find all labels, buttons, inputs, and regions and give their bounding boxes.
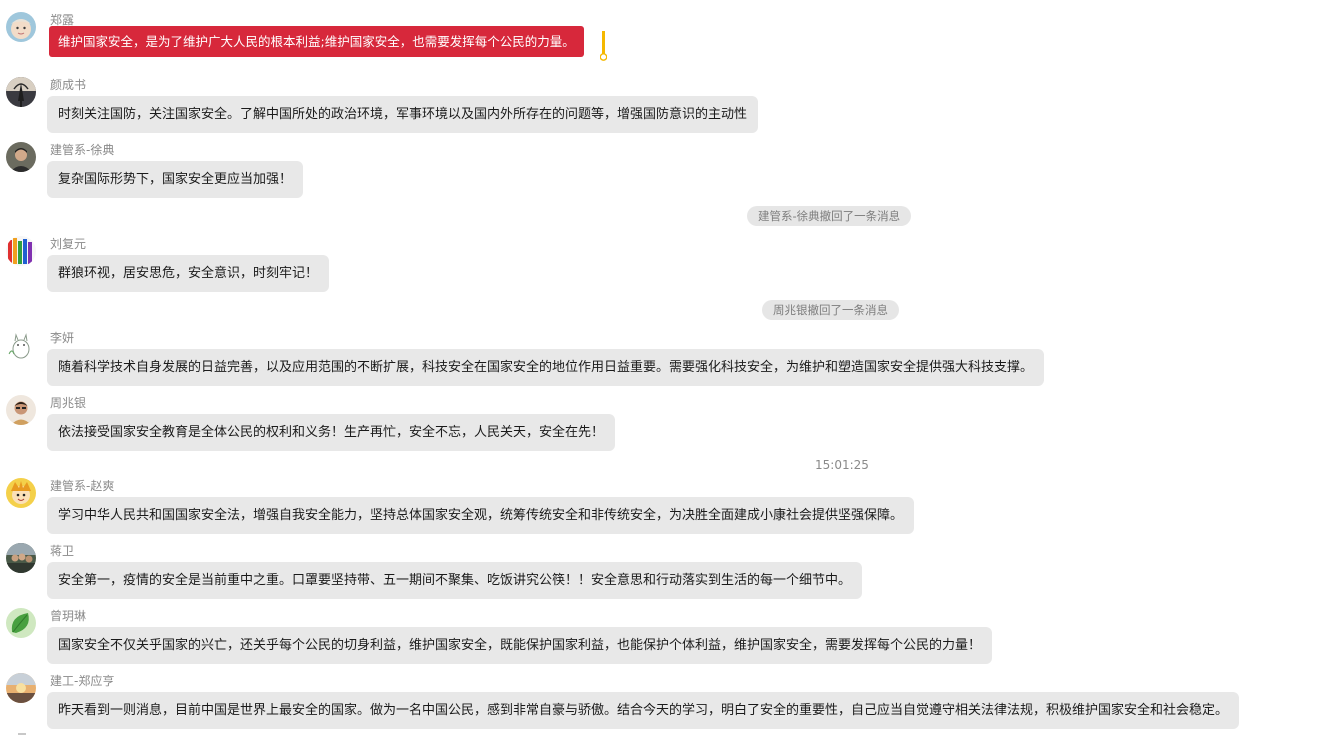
totoro-avatar-icon[interactable] — [6, 330, 36, 360]
portrait-avatar-icon[interactable] — [6, 395, 36, 425]
chat-message-list[interactable]: 郑露 维护国家安全，是为了维护广大人民的根本利益;维护国家安全，也需要发挥每个公… — [0, 0, 1322, 737]
colorful-pencils-avatar-icon[interactable] — [6, 236, 36, 266]
sender-name: 颜成书 — [50, 78, 87, 92]
highlight-marker-icon — [600, 31, 607, 61]
sender-name: 建管系-赵爽 — [50, 479, 115, 493]
message-bubble[interactable]: 学习中华人民共和国国家安全法，增强自我安全能力，坚持总体国家安全观，统筹传统安全… — [47, 497, 915, 534]
message-bubble[interactable]: 依法接受国家安全教育是全体公民的权利和义务！生产再忙，安全不忘，人民关天，安全在… — [47, 414, 616, 451]
tree-avatar-icon[interactable] — [6, 77, 36, 107]
sender-name: 建工-郑应亨 — [50, 674, 115, 688]
person-photo-avatar-icon[interactable] — [6, 142, 36, 172]
message-bubble[interactable]: 安全第一，疫情的安全是当前重中之重。口罩要坚持带、五一期间不聚集、吃饭讲究公筷！… — [47, 562, 863, 599]
sunset-avatar-icon[interactable] — [6, 673, 36, 703]
cartoon-character-avatar-icon[interactable] — [6, 478, 36, 508]
message-bubble[interactable]: 时刻关注国防，关注国家安全。了解中国所处的政治环境，军事环境以及国内外所存在的问… — [47, 96, 759, 133]
recall-notice: 建管系-徐典撤回了一条消息 — [747, 206, 912, 226]
sender-name: 建管系-徐典 — [50, 143, 115, 157]
message-bubble[interactable]: 昨天看到一则消息，目前中国是世界上最安全的国家。做为一名中国公民，感到非常自豪与… — [47, 692, 1240, 729]
baby-face-avatar-icon[interactable] — [6, 12, 36, 42]
sender-name: 李妍 — [50, 331, 75, 345]
sender-name: 刘复元 — [50, 237, 87, 251]
message-bubble-highlighted[interactable]: 维护国家安全，是为了维护广大人民的根本利益;维护国家安全，也需要发挥每个公民的力… — [49, 26, 584, 57]
group-photo-avatar-icon[interactable] — [6, 543, 36, 573]
green-leaf-avatar-icon[interactable] — [6, 608, 36, 638]
message-bubble[interactable]: 群狼环视，居安思危，安全意识，时刻牢记！ — [47, 255, 330, 292]
next-avatar-edge — [18, 733, 26, 735]
message-bubble[interactable]: 复杂国际形势下，国家安全更应当加强！ — [47, 161, 304, 198]
sender-name: 曾玥琳 — [50, 609, 87, 623]
sender-name: 周兆银 — [50, 396, 87, 410]
message-timestamp: 15:01:25 — [815, 458, 869, 472]
recall-notice: 周兆银撤回了一条消息 — [762, 300, 899, 320]
message-bubble[interactable]: 国家安全不仅关乎国家的兴亡，还关乎每个公民的切身利益，维护国家安全，既能保护国家… — [47, 627, 993, 664]
message-bubble[interactable]: 随着科学技术自身发展的日益完善，以及应用范围的不断扩展，科技安全在国家安全的地位… — [47, 349, 1045, 386]
sender-name: 蒋卫 — [50, 544, 75, 558]
